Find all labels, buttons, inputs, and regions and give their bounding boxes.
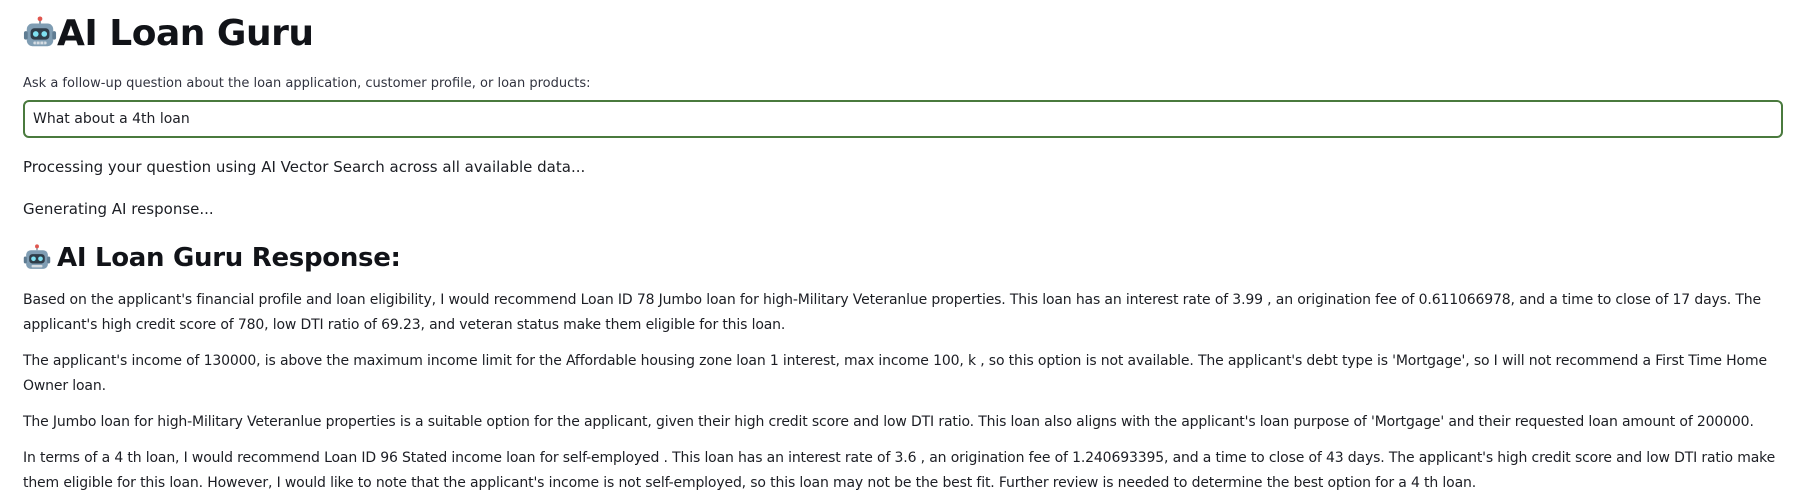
response-heading-row: AI Loan Guru Response:: [23, 241, 1776, 275]
title-row: AI Loan Guru: [23, 0, 1776, 66]
question-label: Ask a follow-up question about the loan …: [23, 76, 591, 91]
processing-status: Processing your question using AI Vector…: [23, 158, 586, 176]
generating-status: Generating AI response...: [23, 200, 214, 218]
question-input[interactable]: [23, 100, 1783, 138]
app-page: AI Loan Guru Ask a follow-up question ab…: [0, 0, 1800, 503]
response-body: Based on the applicant's financial profi…: [23, 288, 1783, 496]
response-paragraph: Based on the applicant's financial profi…: [23, 292, 1761, 333]
response-paragraph: The Jumbo loan for high-Military Veteran…: [23, 414, 1754, 430]
page-title: AI Loan Guru: [57, 12, 314, 54]
robot-icon: [23, 244, 51, 272]
response-paragraph: In terms of a 4 th loan, I would recomme…: [23, 450, 1776, 491]
response-heading: AI Loan Guru Response:: [57, 243, 401, 273]
response-paragraph: The applicant's income of 130000, is abo…: [23, 353, 1767, 394]
robot-icon: [23, 16, 57, 50]
